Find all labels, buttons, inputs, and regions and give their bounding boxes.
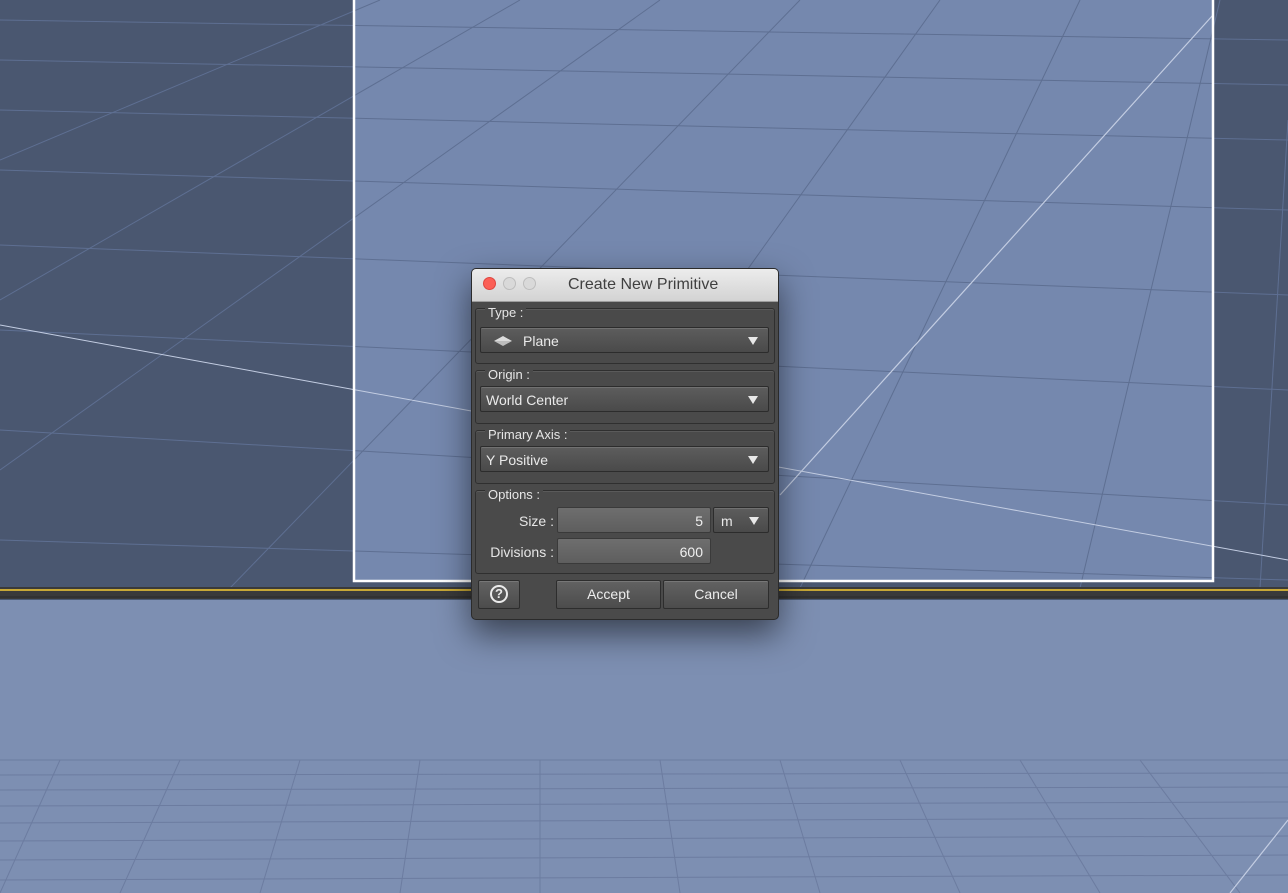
help-button[interactable]: ? — [478, 580, 520, 609]
cancel-button[interactable]: Cancel — [663, 580, 769, 609]
primary-axis-value: Y Positive — [486, 452, 548, 468]
type-label: Type : — [485, 305, 527, 321]
minimize-window-button[interactable] — [503, 277, 516, 290]
origin-value: World Center — [486, 392, 569, 408]
options-group: Options : Size : 5 m Divisions : 600 — [475, 487, 775, 574]
type-dropdown[interactable]: Plane — [480, 327, 769, 353]
dialog-titlebar[interactable]: Create New Primitive — [472, 269, 778, 302]
bottom-viewport — [0, 600, 1288, 893]
dropdown-arrow-icon — [748, 337, 758, 345]
help-icon: ? — [490, 585, 508, 604]
divisions-input[interactable]: 600 — [557, 538, 711, 564]
unit-dropdown[interactable]: m — [713, 507, 769, 533]
dialog-title: Create New Primitive — [568, 276, 719, 293]
origin-group: Origin : World Center — [475, 367, 775, 424]
divisions-label: Divisions : — [490, 544, 554, 560]
dropdown-arrow-icon — [748, 396, 758, 404]
type-group: Type : Plane — [475, 305, 775, 364]
options-label: Options : — [485, 487, 544, 503]
dropdown-arrow-icon — [748, 456, 758, 464]
primary-axis-group: Primary Axis : Y Positive — [475, 427, 775, 484]
close-window-button[interactable] — [483, 277, 496, 290]
accept-button[interactable]: Accept — [556, 580, 661, 609]
origin-dropdown[interactable]: World Center — [480, 386, 769, 412]
zoom-window-button[interactable] — [523, 277, 536, 290]
primary-axis-label: Primary Axis : — [485, 427, 571, 443]
dropdown-arrow-icon — [749, 517, 759, 525]
type-value: Plane — [523, 333, 559, 349]
primary-axis-dropdown[interactable]: Y Positive — [480, 446, 769, 472]
size-label: Size : — [518, 513, 554, 529]
unit-value: m — [721, 513, 733, 529]
size-input[interactable]: 5 — [557, 507, 711, 533]
create-new-primitive-dialog: Create New Primitive Type : Plane Origin… — [471, 268, 779, 620]
origin-label: Origin : — [485, 367, 533, 383]
plane-icon — [494, 336, 512, 346]
